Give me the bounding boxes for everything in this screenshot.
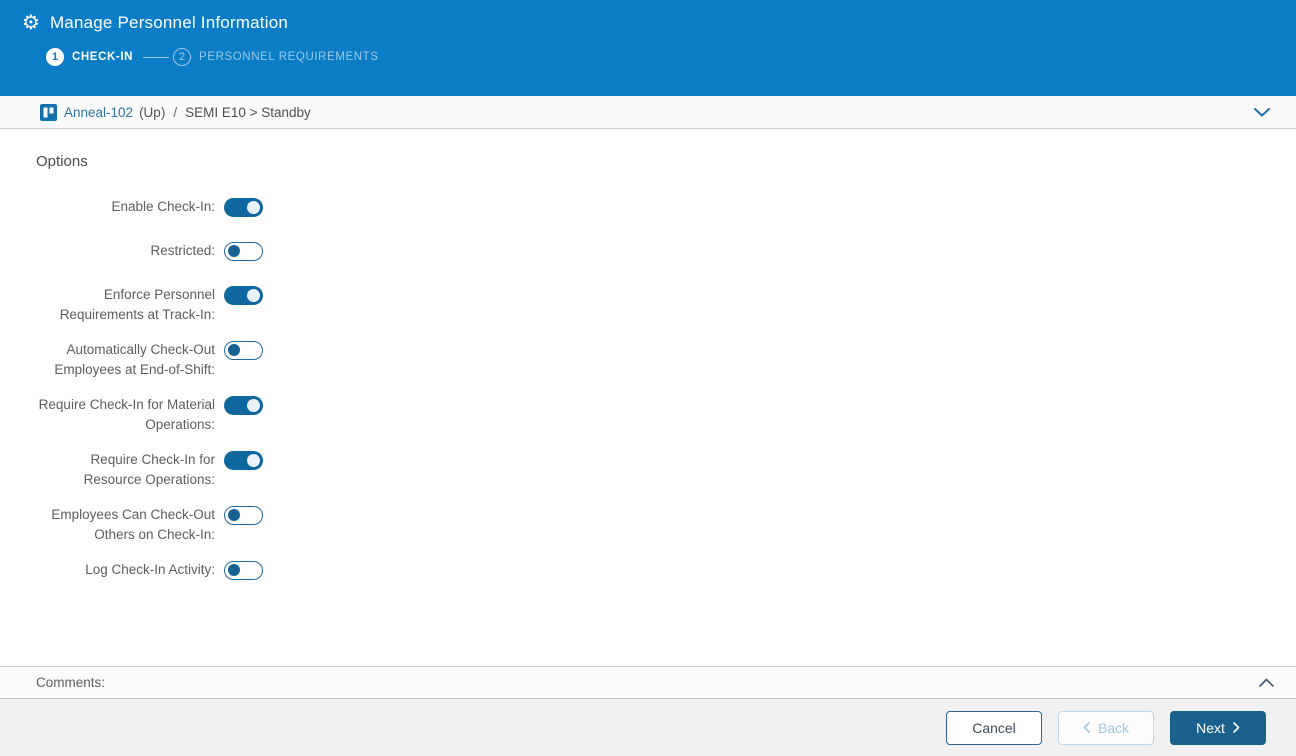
options-panel: Options Enable Check-In: Restricted: Enf… [0, 129, 1296, 666]
chevron-up-icon[interactable] [1259, 675, 1274, 690]
option-label: Employees Can Check-Out Others on Check-… [51, 507, 215, 542]
dialog-header: ⚙ Manage Personnel Information 1 CHECK-IN… [0, 0, 1296, 96]
option-label: Require Check-In for Resource Operations… [83, 452, 215, 487]
next-button-label: Next [1196, 719, 1225, 736]
manage-personnel-dialog: ⚙ Manage Personnel Information 1 CHECK-IN… [0, 0, 1296, 756]
resource-state-path: SEMI E10 > Standby [185, 104, 311, 120]
options-heading: Options [36, 153, 88, 170]
back-button-label: Back [1097, 719, 1130, 736]
wizard-steps: 1 CHECK-IN 2 PERSONNEL REQUIREMENTS [46, 48, 1296, 66]
toggle-require-check-in-for-material-operations[interactable] [224, 396, 263, 415]
option-label: Automatically Check-Out Employees at End… [54, 342, 215, 377]
toggle-knob [247, 289, 260, 302]
resource-status: (Up) [139, 104, 166, 120]
resource-separator: / [173, 104, 178, 120]
option-row: Restricted: [30, 241, 1296, 261]
page-title: Manage Personnel Information [49, 13, 289, 32]
toggle-knob [228, 509, 240, 521]
toggle-employees-can-check-out-others-on-check-in[interactable] [224, 506, 263, 525]
toggle-knob [228, 564, 240, 576]
wizard-step-1-label: CHECK-IN [72, 51, 134, 63]
toggle-automatically-check-out-employees-at-end-of-shift[interactable] [224, 341, 263, 360]
title-row: ⚙ Manage Personnel Information [0, 0, 1296, 33]
wizard-step-1-circle[interactable]: 1 [46, 48, 64, 66]
toggle-knob [228, 344, 240, 356]
option-label: Restricted: [150, 243, 215, 258]
comments-section-header[interactable]: Comments: [0, 666, 1296, 699]
toggle-knob [247, 399, 260, 412]
chevron-left-icon [1083, 722, 1090, 733]
option-label: Require Check-In for Material Operations… [38, 397, 215, 432]
resource-link[interactable]: Anneal-102 [64, 105, 133, 120]
option-label: Enforce Personnel Requirements at Track-… [59, 287, 215, 322]
wizard-step-2-label: PERSONNEL REQUIREMENTS [199, 51, 379, 63]
option-row: Require Check-In for Resource Operations… [30, 450, 1296, 490]
chevron-right-icon [1233, 722, 1240, 733]
back-button[interactable]: Back [1058, 710, 1154, 745]
chevron-down-icon[interactable] [1250, 104, 1274, 121]
option-label: Log Check-In Activity: [85, 562, 215, 577]
toggle-rows: Enable Check-In: Restricted: Enforce Per… [30, 197, 1296, 580]
option-row: Require Check-In for Material Operations… [30, 395, 1296, 435]
option-row: Enable Check-In: [30, 197, 1296, 217]
toggle-knob [247, 201, 260, 214]
toggle-restricted[interactable] [224, 242, 263, 261]
option-row: Automatically Check-Out Employees at End… [30, 340, 1296, 380]
option-row: Log Check-In Activity: [30, 560, 1296, 580]
wizard-step-2-circle[interactable]: 2 [173, 48, 192, 66]
step-connector [143, 56, 170, 58]
toggle-enforce-personnel-requirements-at-track-in[interactable] [224, 286, 263, 305]
option-label: Enable Check-In: [111, 199, 215, 214]
resource-icon [40, 103, 57, 121]
next-button[interactable]: Next [1170, 710, 1266, 745]
comments-label: Comments: [36, 675, 106, 690]
cancel-button-label: Cancel [972, 719, 1016, 736]
toggle-require-check-in-for-resource-operations[interactable] [224, 451, 263, 470]
resource-bar: Anneal-102 (Up) / SEMI E10 > Standby [0, 96, 1296, 129]
cancel-button[interactable]: Cancel [946, 710, 1042, 745]
manage-gear-icon: ⚙ [22, 12, 40, 34]
toggle-log-check-in-activity[interactable] [224, 561, 263, 580]
toggle-knob [247, 454, 260, 467]
option-row: Enforce Personnel Requirements at Track-… [30, 285, 1296, 325]
option-row: Employees Can Check-Out Others on Check-… [30, 505, 1296, 545]
footer-actions: Cancel Back Next [0, 699, 1296, 756]
toggle-enable-check-in[interactable] [224, 198, 263, 217]
toggle-knob [228, 245, 240, 257]
